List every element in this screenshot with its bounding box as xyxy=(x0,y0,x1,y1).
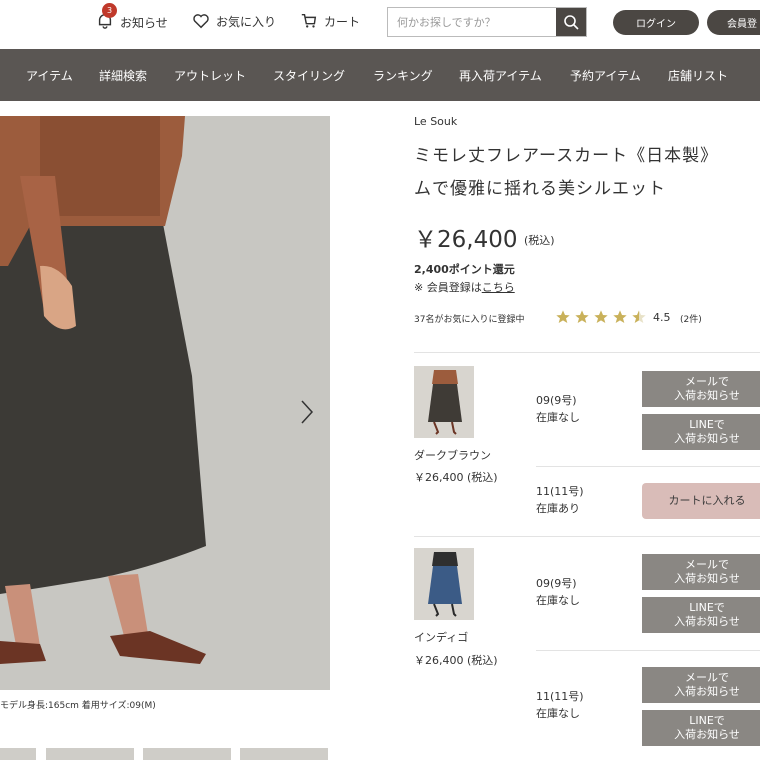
product-title-line2: ムで優雅に揺れる美シルエット xyxy=(414,179,666,199)
register-prefix: ※ 会員登録は xyxy=(414,281,482,294)
cart-label: カート xyxy=(324,14,361,29)
register-note: ※ 会員登録はこちら xyxy=(414,279,515,295)
top-utility-bar: 3 お知らせ お気に入り カート ログイン 会員登 xyxy=(0,0,760,48)
product-price: ￥26,400 xyxy=(414,227,518,253)
nav-item-styling[interactable]: スタイリング xyxy=(273,67,345,84)
variant-image-dark-brown[interactable] xyxy=(414,366,474,438)
star-icon xyxy=(594,310,608,323)
next-image-arrow[interactable] xyxy=(298,398,316,430)
size-option: 11(11号) 在庫なし xyxy=(536,688,584,722)
size-label: 11(11号) xyxy=(536,485,584,498)
size-label: 11(11号) xyxy=(536,690,584,703)
variant-photo xyxy=(414,366,474,438)
divider xyxy=(414,536,760,537)
bell-icon-wrap: 3 xyxy=(96,3,120,33)
star-icon xyxy=(613,310,627,323)
search-icon xyxy=(564,15,579,30)
nav-item-ranking[interactable]: ランキング xyxy=(373,67,433,84)
category-nav: アイテム 詳細検索 アウトレット スタイリング ランキング 再入荷アイテム 予約… xyxy=(0,49,760,101)
news-label: お知らせ xyxy=(120,16,168,30)
size-option: 09(9号) 在庫なし xyxy=(536,575,580,609)
member-register-button[interactable]: 会員登 xyxy=(707,10,760,35)
thumbnail[interactable] xyxy=(46,748,134,760)
variant-image-indigo[interactable] xyxy=(414,548,474,620)
cart-link[interactable]: カート xyxy=(300,12,360,30)
email-restock-button[interactable]: メールで 入荷お知らせ xyxy=(642,371,760,407)
product-main-image xyxy=(0,116,330,690)
nav-item-stores[interactable]: 店舗リスト xyxy=(668,67,728,84)
email-restock-button[interactable]: メールで 入荷お知らせ xyxy=(642,554,760,590)
rating-value: 4.5 xyxy=(653,311,671,324)
nav-item-advanced-search[interactable]: 詳細検索 xyxy=(99,67,147,84)
nav-item-restock[interactable]: 再入荷アイテム xyxy=(459,67,542,84)
variant-photo xyxy=(414,548,474,620)
variant-skirt xyxy=(428,566,462,604)
add-to-cart-button[interactable]: カートに入れる xyxy=(642,483,760,519)
news-link[interactable]: 3 お知らせ xyxy=(96,3,168,33)
stock-status: 在庫なし xyxy=(536,411,580,424)
divider xyxy=(414,352,760,353)
model-caption: モデル身長:165cm 着用サイズ:09(M) xyxy=(0,701,156,711)
stock-status: 在庫あり xyxy=(536,502,580,515)
variant-price: ￥26,400 (税込) xyxy=(414,654,498,667)
cart-icon xyxy=(301,13,317,28)
thumbnail[interactable] xyxy=(240,748,328,760)
line-restock-button[interactable]: LINEで 入荷お知らせ xyxy=(642,597,760,633)
line-restock-button[interactable]: LINEで 入荷お知らせ xyxy=(642,414,760,450)
review-count[interactable]: (2件) xyxy=(680,312,702,325)
brand-name[interactable]: Le Souk xyxy=(414,115,457,128)
size-option: 11(11号) 在庫あり xyxy=(536,483,584,517)
size-option: 09(9号) 在庫なし xyxy=(536,392,580,426)
product-title: ミモレ丈フレアースカート《日本製》 ムで優雅に揺れる美シルエット xyxy=(414,140,760,206)
rating-stars xyxy=(555,309,647,325)
variant-color-name: インディゴ xyxy=(414,631,469,644)
search-box xyxy=(387,7,587,37)
divider xyxy=(536,466,760,467)
stock-status: 在庫なし xyxy=(536,594,580,607)
stock-status: 在庫なし xyxy=(536,707,580,720)
thumbnail[interactable] xyxy=(143,748,231,760)
star-icon xyxy=(575,310,589,323)
register-link[interactable]: こちら xyxy=(482,281,515,294)
tax-label: (税込) xyxy=(524,234,555,247)
nav-item-preorder[interactable]: 予約アイテム xyxy=(570,67,641,84)
variant-price: ￥26,400 (税込) xyxy=(414,471,498,484)
chevron-right-icon xyxy=(301,400,314,424)
size-label: 09(9号) xyxy=(536,577,577,590)
model-photo xyxy=(0,116,330,690)
search-button[interactable] xyxy=(556,8,586,36)
favorite-count: 37名がお気に入りに登録中 xyxy=(414,315,525,325)
product-title-line1: ミモレ丈フレアースカート《日本製》 xyxy=(414,146,719,166)
notice-badge: 3 xyxy=(102,3,117,18)
points-reward: 2,400ポイント還元 xyxy=(414,263,515,276)
nav-item-items[interactable]: アイテム xyxy=(26,67,73,84)
heart-icon xyxy=(193,14,209,29)
login-button[interactable]: ログイン xyxy=(613,10,699,35)
variant-skirt xyxy=(428,384,462,422)
line-restock-button[interactable]: LINEで 入荷お知らせ xyxy=(642,710,760,746)
search-input[interactable] xyxy=(388,8,556,36)
nav-item-outlet[interactable]: アウトレット xyxy=(174,67,246,84)
star-icon xyxy=(556,310,570,323)
variant-color-name: ダークブラウン xyxy=(414,449,491,462)
favorites-link[interactable]: お気に入り xyxy=(192,12,276,30)
divider xyxy=(536,650,760,651)
favorites-label: お気に入り xyxy=(216,14,277,29)
star-icon xyxy=(632,310,646,323)
email-restock-button[interactable]: メールで 入荷お知らせ xyxy=(642,667,760,703)
size-label: 09(9号) xyxy=(536,394,577,407)
thumbnail[interactable] xyxy=(0,748,36,760)
